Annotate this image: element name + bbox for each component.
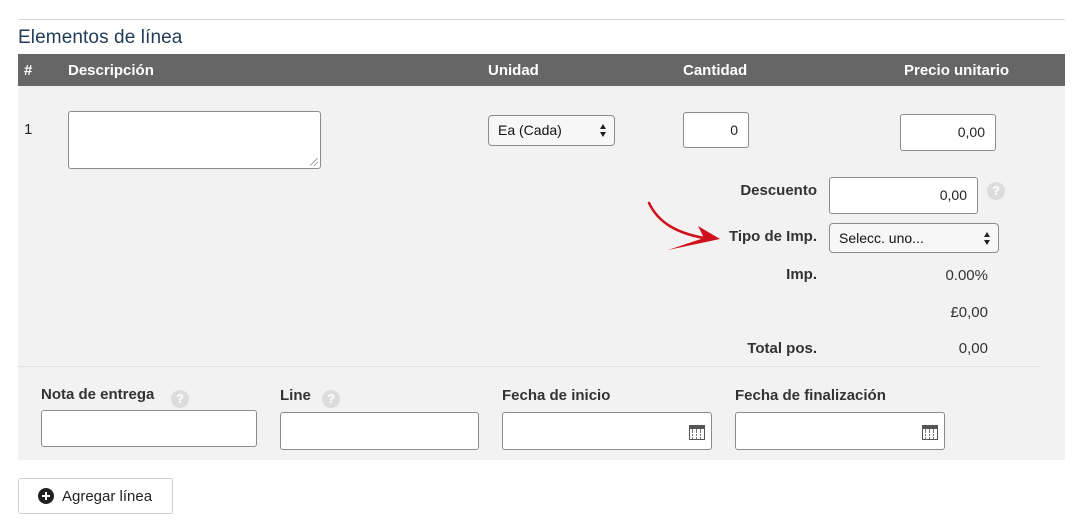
section-title: Elementos de línea <box>18 27 183 48</box>
calendar-icon[interactable] <box>922 424 938 440</box>
discount-label: Descuento <box>740 182 817 199</box>
start-date-input[interactable] <box>502 412 712 450</box>
total-label: Total pos. <box>747 340 817 357</box>
line-number: 1 <box>24 121 33 138</box>
plus-circle-icon <box>38 488 54 504</box>
end-date-label: Fecha de finalización <box>735 387 886 404</box>
end-date-input[interactable] <box>735 412 945 450</box>
tax-label: Imp. <box>786 266 817 283</box>
line-label: Line <box>280 387 311 404</box>
section-divider <box>18 366 1041 367</box>
tax-type-select-value: Selecc. uno... <box>839 230 924 246</box>
discount-value: 0,00 <box>939 187 967 203</box>
help-icon[interactable]: ? <box>322 390 340 408</box>
top-divider <box>18 19 1065 20</box>
resize-grip-icon[interactable] <box>310 158 318 166</box>
line-item-panel: 1 Ea (Cada) 0 0,00 Descuento 0,00 ? Tipo… <box>18 86 1065 460</box>
unit-price-input[interactable]: 0,00 <box>900 114 996 151</box>
unit-select-value: Ea (Cada) <box>498 122 562 138</box>
red-arrow-annotation-icon <box>647 201 720 250</box>
delivery-note-label: Nota de entrega <box>41 386 155 403</box>
calendar-icon[interactable] <box>689 424 705 440</box>
quantity-value: 0 <box>730 122 738 138</box>
tax-rate-value: 0.00% <box>945 267 988 284</box>
header-unit: Unidad <box>488 62 539 79</box>
select-arrows-icon <box>600 124 607 137</box>
unit-select[interactable]: Ea (Cada) <box>488 115 615 146</box>
tax-type-select[interactable]: Selecc. uno... <box>829 223 999 253</box>
total-value: 0,00 <box>958 340 988 357</box>
quantity-input[interactable]: 0 <box>683 112 749 148</box>
header-quantity: Cantidad <box>683 62 748 79</box>
delivery-note-input[interactable] <box>41 410 257 447</box>
add-line-button[interactable]: Agregar línea <box>18 478 173 514</box>
header-unit-price: Precio unitario <box>904 62 1010 79</box>
help-icon[interactable]: ? <box>987 182 1005 200</box>
select-arrows-icon <box>984 232 991 245</box>
description-textarea[interactable] <box>68 111 321 169</box>
help-icon[interactable]: ? <box>171 390 189 408</box>
header-num: # <box>24 62 33 79</box>
add-line-label: Agregar línea <box>62 488 153 505</box>
line-input[interactable] <box>280 412 479 450</box>
header-description: Descripción <box>68 62 154 79</box>
unit-price-value: 0,00 <box>957 124 985 140</box>
table-header: # Descripción Unidad Cantidad Precio uni… <box>18 54 1065 86</box>
tax-type-label: Tipo de Imp. <box>728 228 817 245</box>
start-date-label: Fecha de inicio <box>502 387 611 404</box>
discount-input[interactable]: 0,00 <box>829 177 978 214</box>
tax-amount-value: £0,00 <box>950 304 988 321</box>
